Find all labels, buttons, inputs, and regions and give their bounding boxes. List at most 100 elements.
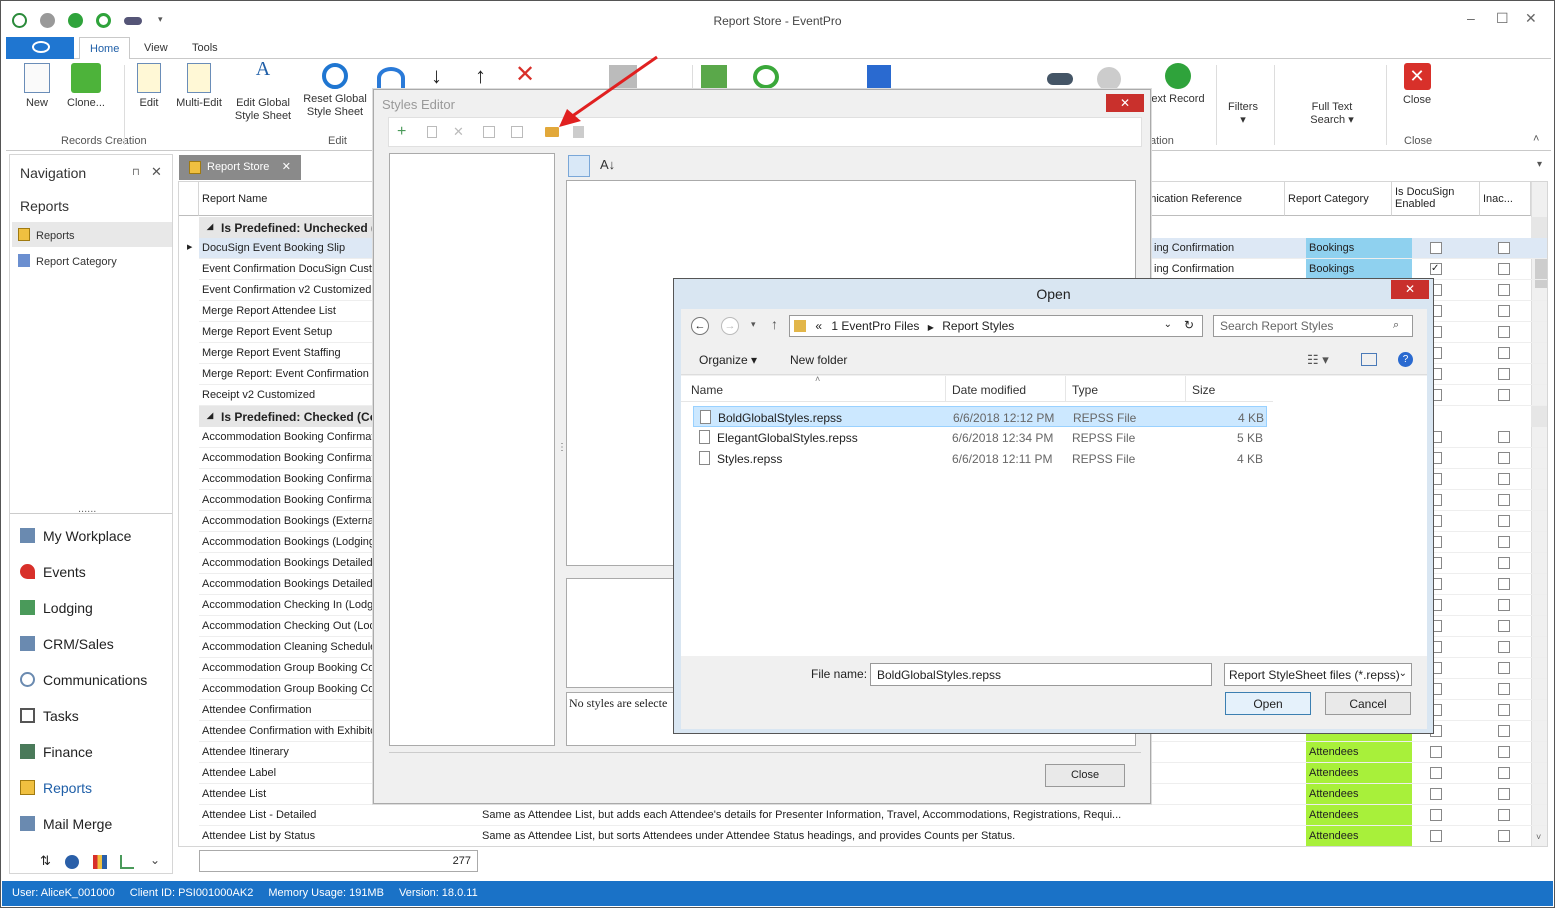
tab-list-dropdown-icon[interactable]: ▾: [1537, 159, 1542, 170]
column-header-category[interactable]: Report Category: [1285, 182, 1392, 216]
module-lodging[interactable]: Lodging: [20, 600, 93, 616]
pin-icon[interactable]: ⊓: [132, 167, 140, 178]
inactive-checkbox[interactable]: [1498, 347, 1510, 359]
column-date-modified[interactable]: Date modified: [952, 383, 1026, 397]
column-header-docusign[interactable]: Is DocuSign Enabled: [1392, 182, 1480, 216]
docusign-checkbox[interactable]: [1430, 788, 1442, 800]
inactive-checkbox[interactable]: [1498, 431, 1510, 443]
close-button[interactable]: ✕ Close: [1400, 63, 1434, 107]
open-button[interactable]: Open: [1225, 692, 1311, 715]
maximize-icon[interactable]: ☐: [1496, 10, 1509, 27]
nav-item-report-category[interactable]: Report Category: [18, 254, 117, 268]
module-tasks[interactable]: Tasks: [20, 708, 79, 724]
path-segment-report-styles[interactable]: Report Styles: [942, 319, 1014, 333]
inactive-checkbox[interactable]: [1498, 641, 1510, 653]
categorized-view-icon[interactable]: [568, 155, 590, 177]
expand-group-icon[interactable]: ◢: [207, 411, 213, 420]
column-type[interactable]: Type: [1072, 383, 1098, 397]
up-folder-icon[interactable]: ↑: [771, 316, 778, 332]
line-chart-icon[interactable]: [120, 855, 134, 869]
inactive-checkbox[interactable]: [1498, 494, 1510, 506]
module-crm-sales[interactable]: CRM/Sales: [20, 636, 114, 652]
table-row[interactable]: Attendee List - Detailed Same as Attendee…: [199, 805, 1547, 826]
cancel-button[interactable]: Cancel: [1325, 692, 1411, 715]
copy-icon[interactable]: [427, 126, 437, 138]
module-events[interactable]: Events: [20, 564, 86, 580]
file-list-item[interactable]: ElegantGlobalStyles.repss 6/6/2018 12:34 …: [693, 427, 1267, 448]
docusign-checkbox[interactable]: [1430, 242, 1442, 254]
column-header-comm-ref[interactable]: nunication Reference: [1135, 182, 1285, 216]
inactive-checkbox[interactable]: [1498, 473, 1510, 485]
view-options-icon[interactable]: ☷ ▾: [1307, 352, 1329, 368]
column-size[interactable]: Size: [1192, 383, 1215, 397]
inactive-checkbox[interactable]: [1498, 305, 1510, 317]
help-icon[interactable]: ?: [1398, 352, 1413, 367]
inactive-checkbox[interactable]: [1498, 326, 1510, 338]
edit-button[interactable]: Edit: [134, 63, 164, 110]
module-communications[interactable]: Communications: [20, 672, 147, 688]
inactive-checkbox[interactable]: [1498, 746, 1510, 758]
tab-tools[interactable]: Tools: [192, 42, 218, 54]
refresh-icon[interactable]: ↻: [1184, 318, 1194, 332]
docusign-checkbox[interactable]: [1430, 746, 1442, 758]
remove-icon[interactable]: ✕: [453, 124, 464, 140]
purge-icon[interactable]: [511, 126, 523, 138]
alphabetical-sort-icon[interactable]: A↓: [600, 157, 615, 172]
address-bar[interactable]: « 1 EventPro Files ▶ Report Styles ⌄ ↻: [789, 315, 1203, 337]
inactive-checkbox[interactable]: [1498, 578, 1510, 590]
clear-icon[interactable]: [483, 126, 495, 138]
text-record-button[interactable]: ext Record: [1148, 63, 1208, 106]
module-mail-merge[interactable]: Mail Merge: [20, 816, 112, 832]
organize-button[interactable]: Organize ▾: [699, 353, 757, 367]
styles-list-panel[interactable]: [389, 153, 555, 746]
filters-button[interactable]: Filters ▾: [1228, 101, 1258, 127]
file-tab[interactable]: [6, 37, 74, 59]
refresh-icon[interactable]: [377, 67, 405, 89]
reset-global-style-button[interactable]: Reset Global Style Sheet: [299, 63, 371, 119]
file-list-item[interactable]: Styles.repss 6/6/2018 12:11 PM REPSS File 4…: [693, 448, 1267, 469]
inactive-checkbox[interactable]: [1498, 809, 1510, 821]
full-text-search-button[interactable]: Full Text Search ▾: [1304, 101, 1360, 127]
docusign-checkbox[interactable]: ✓: [1430, 263, 1442, 275]
edit-global-style-button[interactable]: A Edit Global Style Sheet: [232, 59, 294, 123]
inactive-checkbox[interactable]: [1498, 368, 1510, 380]
inactive-checkbox[interactable]: [1498, 704, 1510, 716]
sort-icon[interactable]: ⇅: [40, 853, 51, 869]
styles-close-button[interactable]: Close: [1045, 764, 1125, 787]
new-folder-button[interactable]: New folder: [790, 353, 847, 367]
inactive-checkbox[interactable]: [1498, 515, 1510, 527]
merge-icon[interactable]: [701, 65, 727, 89]
inactive-checkbox[interactable]: [1498, 725, 1510, 737]
close-tab-icon[interactable]: ✕: [282, 160, 291, 173]
clone-button[interactable]: Clone...: [62, 63, 110, 110]
address-dropdown-icon[interactable]: ⌄: [1164, 319, 1172, 330]
globe-icon[interactable]: [65, 855, 79, 869]
module-finance[interactable]: Finance: [20, 744, 93, 760]
docusign-checkbox[interactable]: [1430, 809, 1442, 821]
upload-icon[interactable]: [1097, 67, 1121, 91]
file-list-item[interactable]: BoldGlobalStyles.repss 6/6/2018 12:12 PM R…: [693, 406, 1267, 427]
inactive-checkbox[interactable]: [1498, 620, 1510, 632]
docusign-checkbox[interactable]: [1430, 830, 1442, 842]
close-nav-icon[interactable]: ✕: [151, 164, 162, 180]
tab-view[interactable]: View: [144, 42, 168, 54]
inactive-checkbox[interactable]: [1498, 242, 1510, 254]
table-row[interactable]: Attendee List by Status Same as Attendee …: [199, 826, 1547, 846]
module-reports[interactable]: Reports: [20, 780, 92, 796]
preview-pane-icon[interactable]: [1361, 353, 1377, 366]
new-button[interactable]: New: [20, 63, 54, 110]
close-open-dialog-icon[interactable]: ✕: [1391, 280, 1429, 299]
column-name[interactable]: Name: [691, 383, 723, 397]
tab-report-store[interactable]: Report Store ✕: [179, 155, 301, 180]
inactive-checkbox[interactable]: [1498, 263, 1510, 275]
column-header-inactive[interactable]: Inac...: [1480, 182, 1531, 216]
inactive-checkbox[interactable]: [1498, 599, 1510, 611]
module-my-workplace[interactable]: My Workplace: [20, 528, 131, 544]
tab-home[interactable]: Home: [79, 37, 131, 60]
inactive-checkbox[interactable]: [1498, 683, 1510, 695]
close-styles-editor-icon[interactable]: ✕: [1106, 94, 1144, 112]
multi-edit-button[interactable]: Multi-Edit: [174, 63, 224, 110]
inactive-checkbox[interactable]: [1498, 788, 1510, 800]
file-type-select[interactable]: Report StyleSheet files (*.repss) ⌄: [1224, 663, 1412, 686]
inactive-checkbox[interactable]: [1498, 830, 1510, 842]
